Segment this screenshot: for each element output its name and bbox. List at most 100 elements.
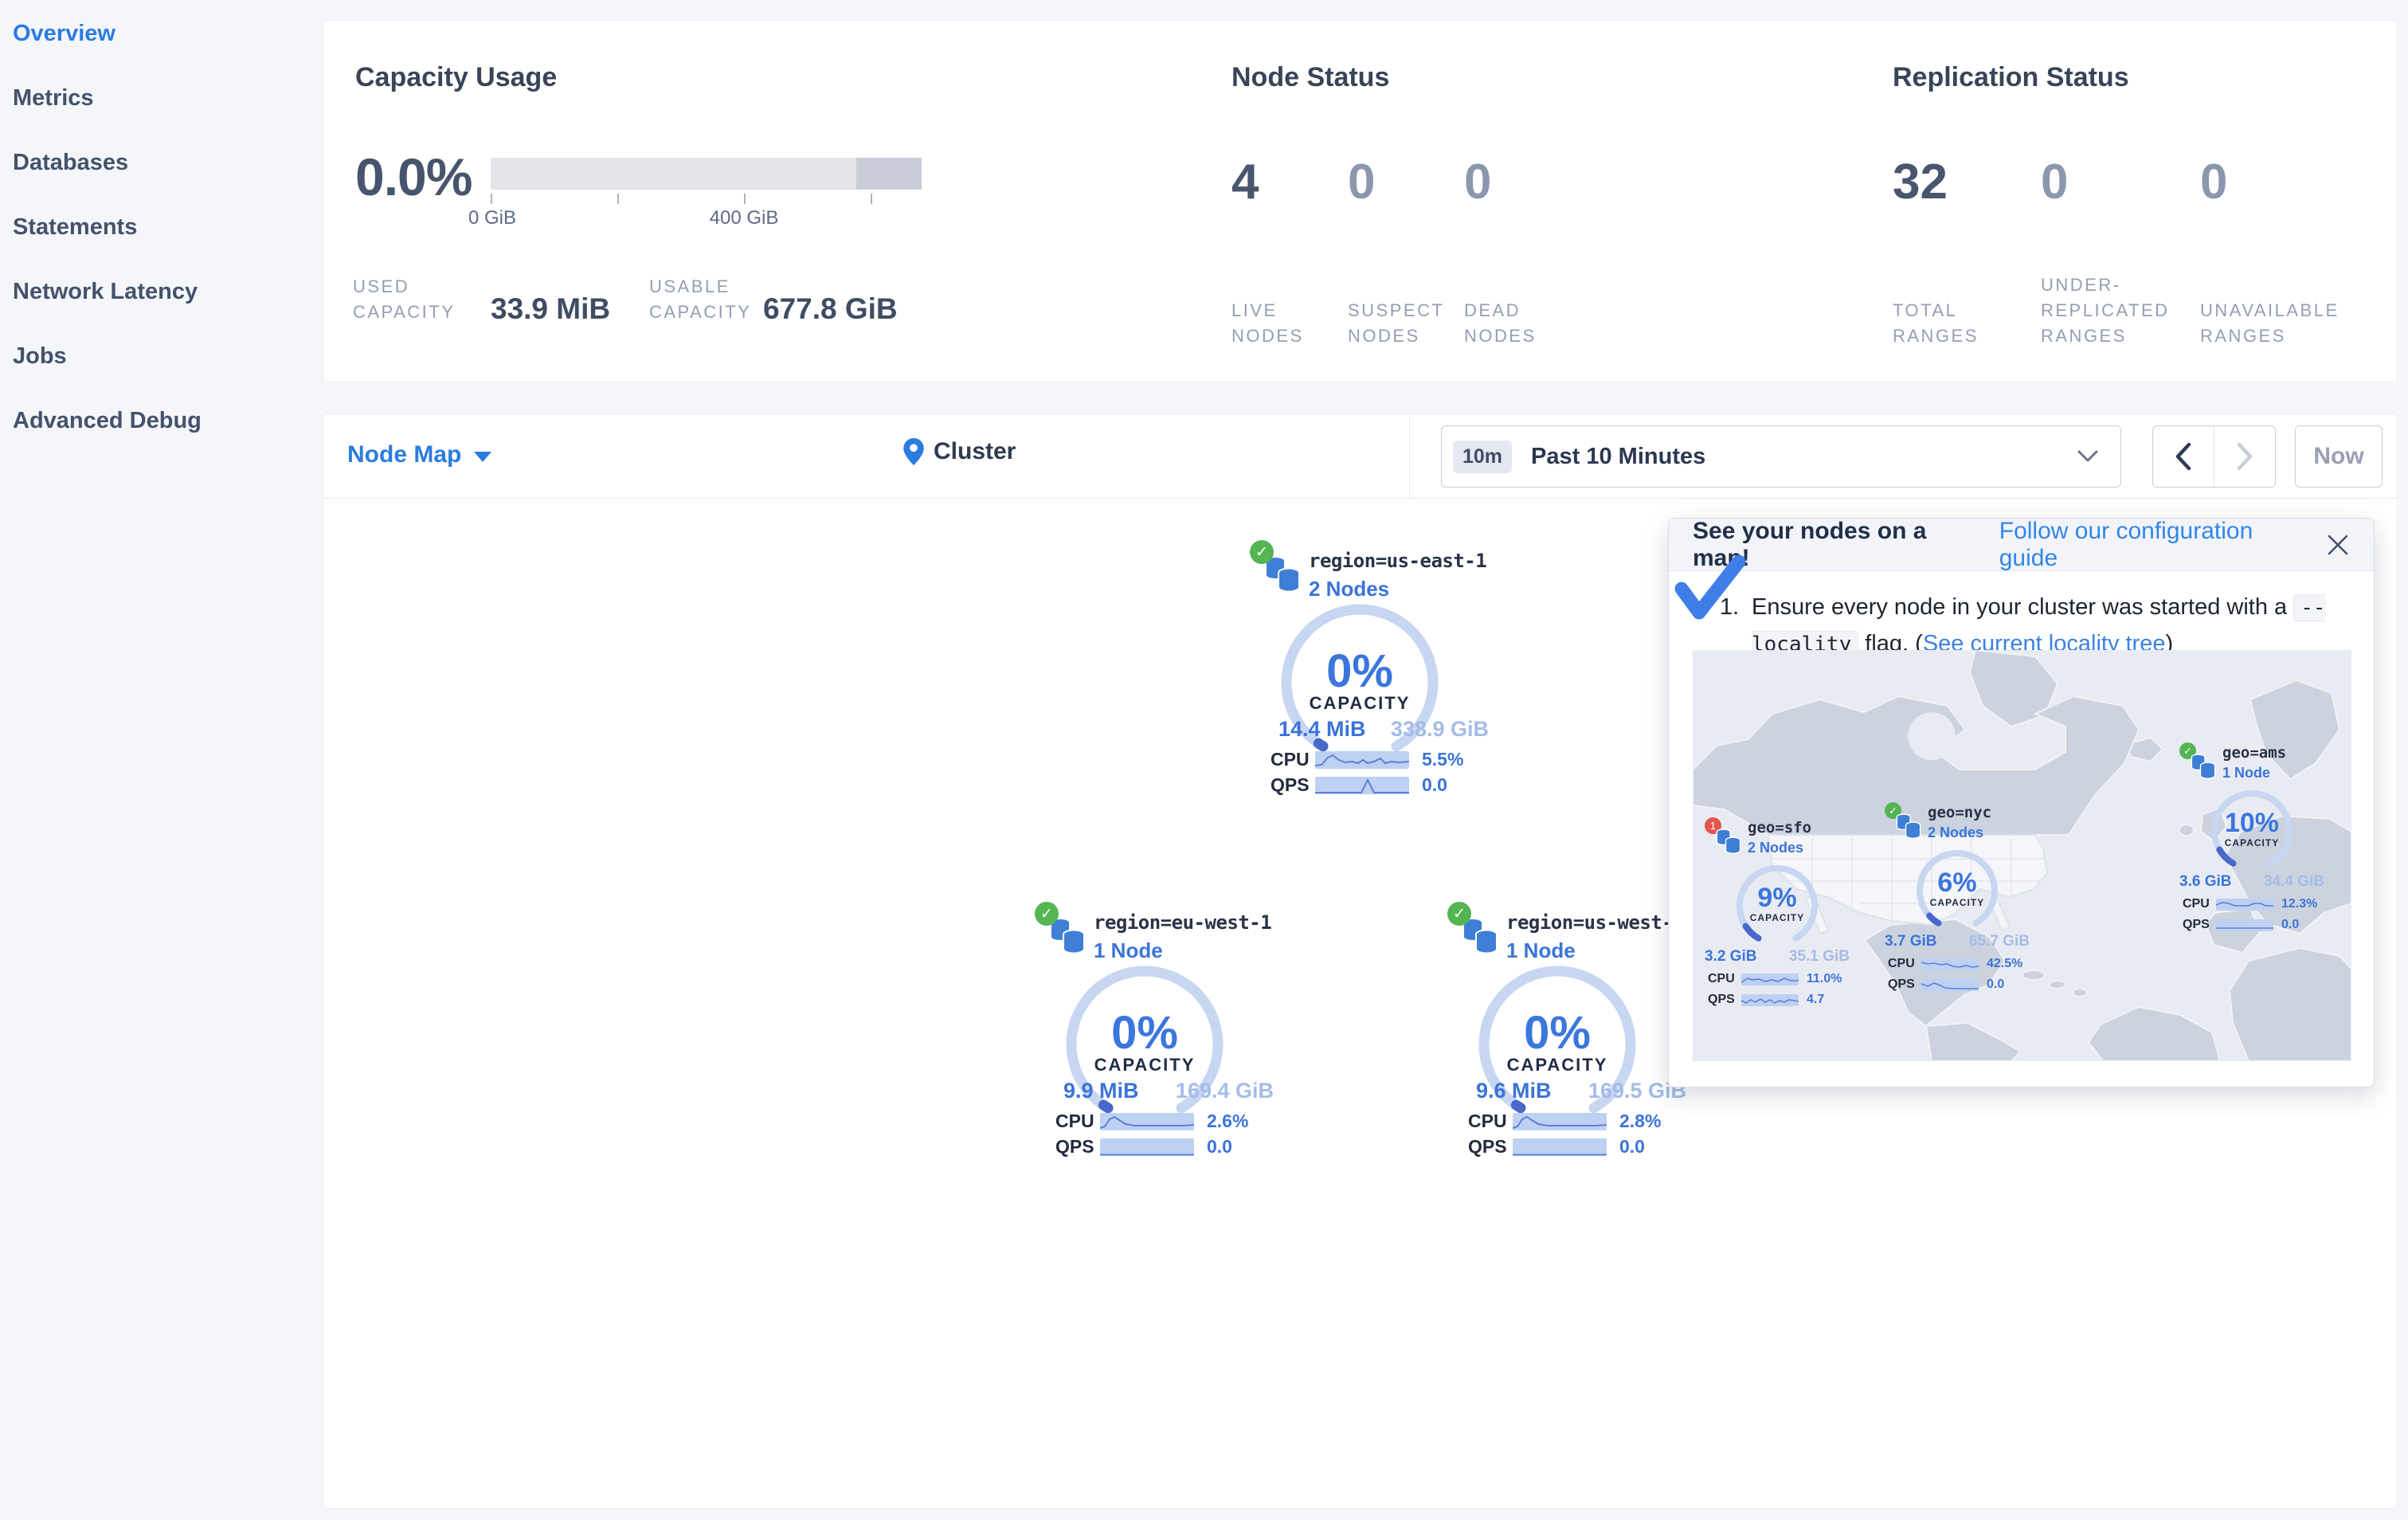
- sidebar-item-jobs[interactable]: Jobs: [0, 332, 323, 397]
- time-next-button[interactable]: [2214, 426, 2275, 487]
- used-capacity-label: USED CAPACITY: [353, 276, 456, 322]
- gauge-percent: 9%: [1757, 883, 1797, 913]
- locality-title: geo=ams: [2222, 744, 2287, 762]
- used-value: 9.6 MiB: [1476, 1079, 1552, 1103]
- qps-value: 0.0: [1422, 774, 1447, 795]
- qps-label: QPS: [1708, 993, 1735, 1006]
- cpu-label: CPU: [1055, 1111, 1094, 1131]
- cpu-label: CPU: [1271, 749, 1310, 770]
- database-icon: [1050, 918, 1085, 954]
- qps-label: QPS: [1271, 774, 1310, 795]
- sidebar-item-databases[interactable]: Databases: [0, 139, 323, 203]
- database-icon: [1462, 918, 1498, 954]
- sidebar-item-network-latency[interactable]: Network Latency: [0, 268, 323, 332]
- time-range-label: Past 10 Minutes: [1531, 443, 1706, 469]
- gauge-capacity-label: CAPACITY: [2224, 837, 2280, 848]
- location-pin-icon: [903, 438, 924, 465]
- qps-value: 0.0: [1619, 1136, 1645, 1157]
- node-map-toolbar: Node Map Cluster 10m Past 10 Minutes Now: [323, 414, 2397, 499]
- suspect-nodes-stat: 0 SUSPECT NODES: [1348, 155, 1445, 347]
- chevron-left-icon: [2175, 443, 2191, 470]
- locality-title: region=us-east-1: [1309, 550, 1487, 572]
- qps-sparkline: [2216, 919, 2273, 931]
- gauge-capacity-label: CAPACITY: [1506, 1055, 1608, 1075]
- capacity-bar-nonusable-segment: [856, 158, 922, 190]
- qps-sparkline: [1513, 1138, 1607, 1156]
- sidebar: Overview Metrics Databases Statements Ne…: [0, 0, 323, 1520]
- qps-value: 0.0: [1207, 1136, 1232, 1157]
- healthy-check-icon: ✓: [1035, 902, 1059, 926]
- cpu-sparkline: [1741, 973, 1799, 985]
- unavailable-ranges-stat: 0 UNAVAILABLE RANGES: [2200, 155, 2339, 347]
- qps-value: 4.7: [1807, 993, 1825, 1006]
- total-value: 338.9 GiB: [1390, 717, 1489, 741]
- time-prev-button[interactable]: [2153, 426, 2214, 487]
- database-icon: [1896, 813, 1921, 839]
- usable-capacity-label: USABLE CAPACITY: [649, 276, 752, 322]
- sidebar-item-statements[interactable]: Statements: [0, 203, 323, 268]
- qps-label: QPS: [1468, 1136, 1507, 1157]
- close-icon: [2328, 535, 2348, 554]
- locality-nodes-label: 2 Nodes: [1928, 825, 1984, 840]
- gauge-percent: 0%: [1524, 1007, 1591, 1059]
- cpu-sparkline: [1315, 750, 1409, 769]
- under-replicated-ranges-stat: 0 UNDER-REPLICATED RANGES: [2041, 155, 2170, 347]
- used-value: 9.9 MiB: [1063, 1079, 1139, 1103]
- locality-nodes-link[interactable]: 1 Node: [1506, 938, 1576, 963]
- toolbar-divider: [1409, 414, 1410, 498]
- database-icon: [1716, 829, 1741, 854]
- healthy-check-icon: ✓: [1250, 540, 1274, 564]
- used-value: 3.2 GiB: [1705, 948, 1757, 965]
- popup-header: See your nodes on a map! Follow our conf…: [1669, 518, 2374, 572]
- used-capacity-value: 33.9 MiB: [491, 292, 611, 325]
- total-value: 34.4 GiB: [2263, 873, 2324, 890]
- capacity-usage-title: Capacity Usage: [355, 62, 558, 92]
- qps-label: QPS: [1055, 1136, 1094, 1157]
- breadcrumb-cluster-label: Cluster: [934, 438, 1016, 464]
- cpu-sparkline: [1513, 1112, 1607, 1130]
- replication-status-title: Replication Status: [1893, 62, 2129, 92]
- chevron-down-icon: [474, 451, 492, 462]
- usable-capacity-value: 677.8 GiB: [763, 292, 898, 325]
- total-ranges-stat: 32 TOTAL RANGES: [1893, 155, 1979, 347]
- sidebar-item-metrics[interactable]: Metrics: [0, 74, 323, 139]
- live-nodes-stat: 4 LIVE NODES: [1231, 155, 1304, 347]
- time-range-dropdown[interactable]: 10m Past 10 Minutes: [1441, 425, 2121, 488]
- database-icon: [1265, 556, 1300, 593]
- configuration-guide-link[interactable]: Follow our configuration guide: [1999, 518, 2302, 572]
- qps-sparkline: [1315, 776, 1409, 794]
- breadcrumb[interactable]: Cluster: [903, 438, 1016, 465]
- time-nav-group: [2152, 425, 2276, 488]
- cpu-label: CPU: [1888, 957, 1915, 970]
- locality-title: geo=nyc: [1928, 804, 1992, 821]
- cpu-sparkline: [1100, 1112, 1194, 1130]
- qps-label: QPS: [2183, 918, 2210, 931]
- chevron-down-icon: [2077, 450, 2098, 462]
- now-button[interactable]: Now: [2295, 425, 2383, 488]
- gauge-percent: 0%: [1326, 645, 1393, 697]
- used-value: 3.7 GiB: [1885, 933, 1937, 950]
- gauge-capacity-label: CAPACITY: [1929, 897, 1985, 908]
- gauge-capacity-label: CAPACITY: [1749, 912, 1805, 923]
- node-status-title: Node Status: [1231, 62, 1390, 92]
- capacity-used-percent: 0.0%: [355, 147, 472, 206]
- qps-sparkline: [1741, 993, 1799, 1006]
- database-icon: [2191, 754, 2216, 779]
- big-check-icon: [1674, 554, 1746, 620]
- view-mode-dropdown[interactable]: Node Map: [347, 441, 492, 468]
- sidebar-item-overview[interactable]: Overview: [0, 10, 323, 74]
- locality-title: geo=sfo: [1748, 819, 1812, 836]
- cpu-label: CPU: [1708, 972, 1735, 985]
- dead-nodes-stat: 0 DEAD NODES: [1464, 155, 1537, 347]
- gauge-percent: 10%: [2224, 808, 2280, 838]
- cpu-label: CPU: [2183, 897, 2210, 911]
- gauge-percent: 6%: [1937, 868, 1977, 898]
- sidebar-item-advanced-debug[interactable]: Advanced Debug: [0, 397, 323, 461]
- cpu-label: CPU: [1468, 1111, 1507, 1131]
- capacity-tick-400: 400 GiB: [709, 207, 779, 229]
- locality-nodes-link[interactable]: 1 Node: [1094, 938, 1163, 963]
- cluster-summary-card: Capacity Usage 0.0% 0 GiB 400 GiB USED C…: [323, 20, 2398, 382]
- locality-nodes-link[interactable]: 2 Nodes: [1309, 577, 1389, 601]
- cpu-value: 2.8%: [1619, 1111, 1662, 1131]
- close-button[interactable]: [2326, 533, 2350, 557]
